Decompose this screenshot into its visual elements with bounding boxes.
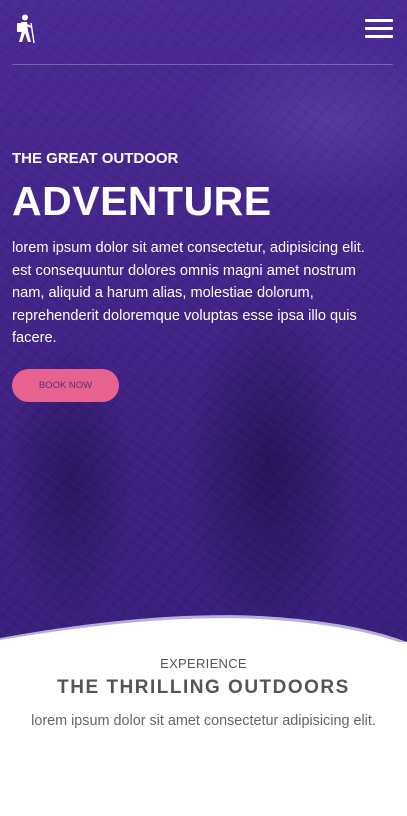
- book-now-button[interactable]: BOOK NOW: [12, 369, 119, 402]
- wave-divider: [0, 615, 407, 642]
- hamburger-menu-icon[interactable]: [365, 19, 393, 39]
- section-text: lorem ipsum dolor sit amet consectetur a…: [31, 713, 376, 729]
- section-eyebrow: EXPERIENCE: [160, 656, 247, 671]
- hiker-icon[interactable]: [12, 14, 36, 44]
- hero-title: ADVENTURE: [12, 178, 272, 224]
- hero-description: lorem ipsum dolor sit amet consectetur, …: [12, 240, 365, 346]
- hero-eyebrow: THE GREAT OUTDOOR: [12, 150, 179, 167]
- section-title: THE THRILLING OUTDOORS: [57, 677, 350, 698]
- top-nav: [12, 0, 393, 65]
- hero-section: THE GREAT OUTDOOR ADVENTURE lorem ipsum …: [0, 0, 407, 642]
- experience-section: EXPERIENCE THE THRILLING OUTDOORS lorem …: [0, 655, 407, 732]
